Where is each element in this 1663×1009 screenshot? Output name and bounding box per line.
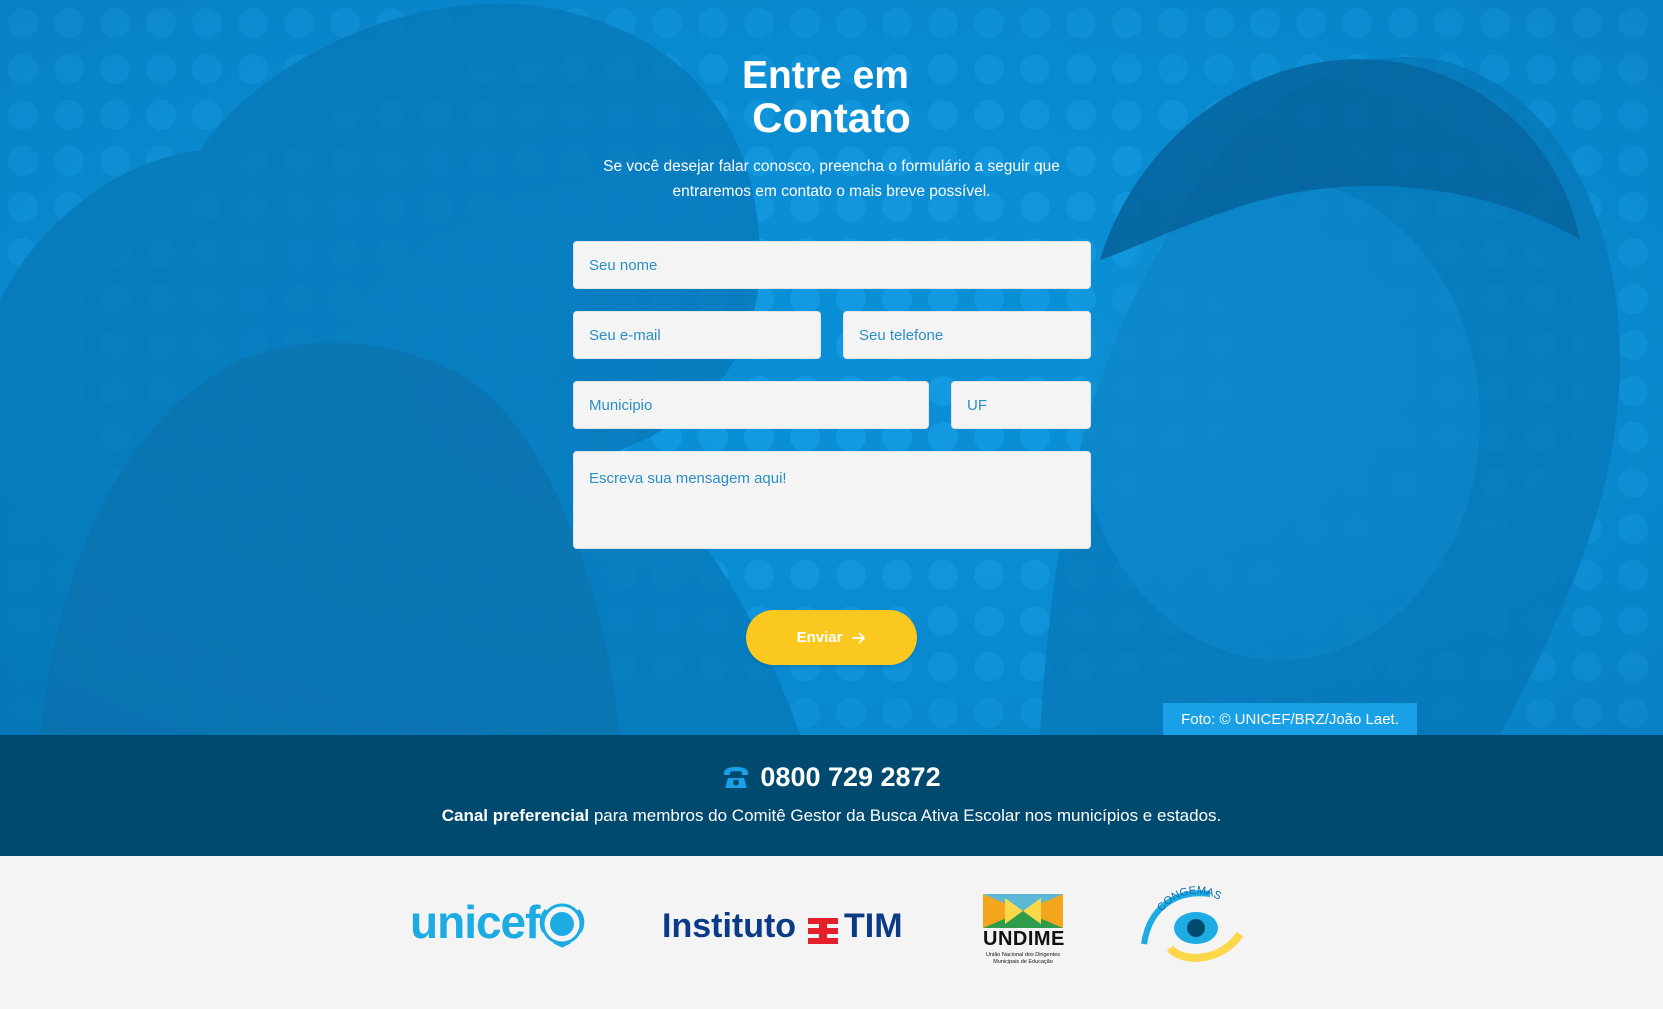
contact-hero: Entre em Contato Se você desejar falar c… bbox=[0, 0, 1663, 735]
phone-note-rest: para membros do Comitê Gestor da Busca A… bbox=[589, 806, 1222, 825]
page-title-line2: Contato bbox=[752, 94, 911, 141]
unicef-wordmark: unicef bbox=[410, 896, 540, 948]
hero-content: Entre em Contato Se você desejar falar c… bbox=[0, 0, 1663, 735]
phone-input[interactable]: Seu telefone bbox=[843, 311, 1091, 359]
undime-emblem-icon bbox=[983, 894, 1063, 928]
page-subtitle: Se você desejar falar conosco, preencha … bbox=[0, 154, 1663, 204]
page-title-line1: Entre em bbox=[742, 54, 909, 97]
message-textarea[interactable]: Escreva sua mensagem aqui! bbox=[573, 451, 1091, 549]
subtitle-line2: entraremos em contato o mais breve possí… bbox=[672, 183, 991, 200]
unicef-emblem-icon bbox=[539, 903, 585, 948]
phone-line[interactable]: 0800 729 2872 bbox=[0, 762, 1663, 793]
photo-credit: Foto: © UNICEF/BRZ/João Laet. bbox=[1163, 703, 1417, 735]
submit-label: Enviar bbox=[796, 629, 843, 646]
state-input[interactable]: UF bbox=[951, 381, 1091, 429]
svg-text:CONGEMAS: CONGEMAS bbox=[1155, 885, 1223, 914]
undime-wordmark: UNDIME bbox=[983, 928, 1065, 950]
phone-note-bold: Canal preferencial bbox=[441, 806, 590, 825]
undime-subtitle: União Nacional dos Dirigentes Municipais… bbox=[986, 952, 1060, 965]
email-input[interactable]: Seu e-mail bbox=[573, 311, 821, 359]
subtitle-line1: Se você desejar falar conosco, preencha … bbox=[603, 158, 1060, 175]
submit-button[interactable]: Enviar bbox=[746, 610, 917, 665]
congemas-wordmark: CONGEMAS bbox=[1155, 885, 1223, 914]
city-input[interactable]: Municipio bbox=[573, 381, 929, 429]
congemas-emblem-icon: CONGEMAS bbox=[1141, 885, 1244, 962]
phone-note: Canal preferencial para membros do Comit… bbox=[0, 806, 1663, 826]
phone-number: 0800 729 2872 bbox=[760, 762, 941, 792]
tim-symbol-icon bbox=[808, 918, 838, 944]
arrow-right-icon bbox=[852, 632, 866, 643]
instituto-wordmark: Instituto bbox=[662, 907, 797, 945]
phone-contact-bar bbox=[0, 735, 1663, 856]
phone-icon bbox=[724, 766, 749, 788]
name-input[interactable]: Seu nome bbox=[573, 241, 1091, 289]
tim-wordmark: TIM bbox=[844, 907, 903, 945]
